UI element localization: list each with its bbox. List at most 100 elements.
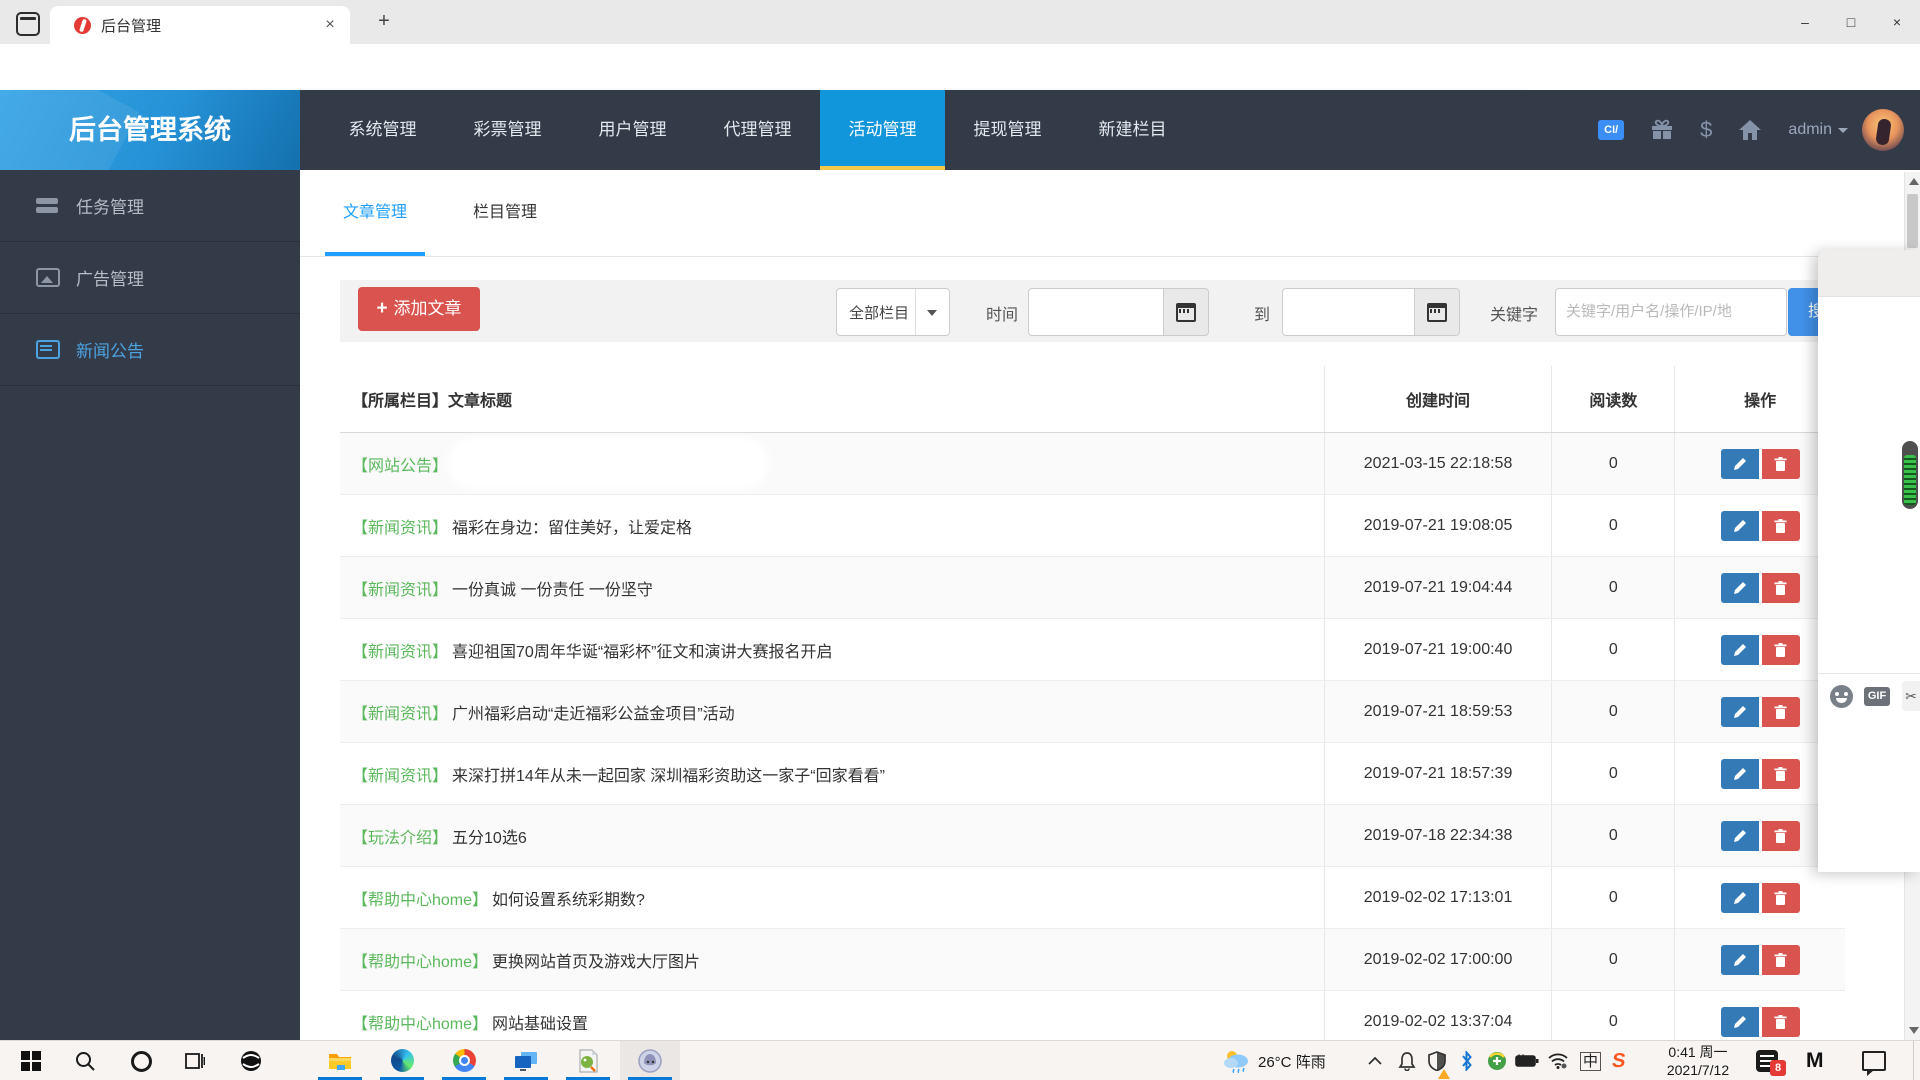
delete-button[interactable] [1762, 697, 1800, 727]
notepadpp-icon[interactable] [558, 1041, 618, 1080]
taskbar-clock[interactable]: 0:41 周一2021/7/12 [1648, 1041, 1748, 1080]
m-app-icon[interactable]: M [1806, 1041, 1822, 1080]
minimize-button[interactable]: – [1782, 0, 1828, 44]
row-category-link[interactable]: 【新闻资讯】 [352, 514, 448, 538]
row-title-link[interactable]: 一份真诚 一份责任 一份坚守 [452, 576, 653, 600]
row-category-link[interactable]: 【玩法介绍】 [352, 824, 448, 848]
security-shield-icon[interactable] [1428, 1041, 1446, 1080]
gif-icon[interactable]: GIF [1864, 687, 1890, 706]
delete-button[interactable] [1762, 945, 1800, 975]
row-category-link[interactable]: 【新闻资讯】 [352, 638, 448, 662]
scroll-up-icon[interactable] [1909, 178, 1919, 185]
chrome-icon[interactable] [434, 1041, 494, 1080]
row-category-link[interactable]: 【新闻资讯】 [352, 762, 448, 786]
row-title-link[interactable]: 来深打拼14年从未一起回家 深圳福彩资助这一家子“回家看看” [452, 762, 885, 786]
maximize-button[interactable]: □ [1828, 0, 1874, 44]
wifi-icon[interactable] [1548, 1041, 1568, 1080]
edit-button[interactable] [1721, 635, 1759, 665]
row-category-link[interactable]: 【帮助中心home】 [352, 1010, 488, 1034]
show-desktop-button[interactable] [1913, 1041, 1920, 1080]
start-button[interactable] [8, 1041, 54, 1080]
cortana-icon[interactable] [118, 1041, 164, 1080]
delete-button[interactable] [1762, 759, 1800, 789]
delete-button[interactable] [1762, 821, 1800, 851]
row-category-link[interactable]: 【新闻资讯】 [352, 576, 448, 600]
scrollbar-thumb[interactable] [1907, 194, 1918, 248]
close-button[interactable]: × [1874, 0, 1920, 44]
edit-button[interactable] [1721, 449, 1759, 479]
tab-close-icon[interactable]: × [320, 15, 340, 35]
sogou-s-icon[interactable]: S [1612, 1041, 1625, 1080]
row-category-link[interactable]: 【帮助中心home】 [352, 948, 488, 972]
taskbar-search-icon[interactable] [62, 1041, 108, 1080]
nav-item[interactable]: 活动管理 [820, 90, 945, 170]
edit-button[interactable] [1721, 945, 1759, 975]
row-title-link[interactable]: 福彩在身边：留住美好，让爱定格 [452, 514, 692, 538]
keyword-input[interactable]: 关键字/用户名/操作/IP/地 [1555, 288, 1787, 336]
home-icon[interactable] [1738, 119, 1762, 141]
tab-article-manage[interactable]: 文章管理 [325, 170, 425, 255]
delete-button[interactable] [1762, 1007, 1800, 1037]
sidebar-item[interactable]: 新闻公告 [0, 314, 300, 386]
ci-badge-icon[interactable]: CI/ [1598, 120, 1624, 140]
striped-scrollbar-thumb[interactable] [1902, 441, 1918, 509]
remote-desktop-icon[interactable] [496, 1041, 556, 1080]
nav-item[interactable]: 彩票管理 [445, 90, 570, 170]
row-title-link[interactable]: 如何设置系统彩期数? [492, 886, 645, 910]
finance-dollar-icon[interactable]: $ [1700, 117, 1712, 143]
delete-button[interactable] [1762, 883, 1800, 913]
battery-icon[interactable] [1515, 1041, 1539, 1080]
user-avatar[interactable] [1862, 109, 1904, 151]
scroll-down-icon[interactable] [1909, 1027, 1919, 1034]
row-title-link[interactable]: 更换网站首页及游戏大厅图片 [492, 948, 700, 972]
notification-bell-icon[interactable] [1398, 1041, 1416, 1080]
add-article-button[interactable]: +添加文章 [358, 287, 480, 331]
row-title-link[interactable]: 五分10选6 [452, 824, 527, 848]
sidebar-item[interactable]: 任务管理 [0, 170, 300, 242]
user-dropdown-caret-icon[interactable] [1838, 128, 1848, 133]
ime-indicator[interactable]: 中 [1580, 1041, 1601, 1080]
nav-item[interactable]: 新建栏目 [1070, 90, 1195, 170]
row-title-link[interactable]: 网站基础设置 [492, 1010, 588, 1034]
admin-username[interactable]: admin [1788, 121, 1832, 139]
gift-icon[interactable] [1650, 119, 1674, 141]
chat-panel-header[interactable] [1818, 250, 1920, 297]
sidebar-item[interactable]: 广告管理 [0, 242, 300, 314]
new-tab-button[interactable]: + [372, 10, 396, 34]
category-select[interactable]: 全部栏目 [836, 288, 950, 336]
row-title-link[interactable]: 广州福彩启动“走近福彩公益金项目”活动 [452, 700, 735, 724]
delete-button[interactable] [1762, 511, 1800, 541]
anime-app-icon[interactable] [620, 1041, 680, 1080]
tab-actions-icon[interactable] [16, 12, 40, 36]
nav-item[interactable]: 提现管理 [945, 90, 1070, 170]
shutter-app-icon[interactable] [228, 1041, 274, 1080]
file-explorer-icon[interactable] [310, 1041, 370, 1080]
delete-button[interactable] [1762, 635, 1800, 665]
tab-column-manage[interactable]: 栏目管理 [455, 170, 555, 255]
edit-button[interactable] [1721, 511, 1759, 541]
edit-button[interactable] [1721, 821, 1759, 851]
edit-button[interactable] [1721, 759, 1759, 789]
row-category-link[interactable]: 【新闻资讯】 [352, 700, 448, 724]
mail-app-icon[interactable]: 8 [1756, 1041, 1778, 1080]
weather-temp-label[interactable]: 26°C 阵雨 [1258, 1041, 1326, 1080]
date-from-input[interactable] [1028, 288, 1164, 336]
comment-notification-icon[interactable] [1862, 1041, 1886, 1080]
date-from-calendar-button[interactable] [1163, 288, 1209, 336]
row-category-link[interactable]: 【帮助中心home】 [352, 886, 488, 910]
task-view-icon[interactable] [172, 1041, 218, 1080]
bluetooth-icon[interactable] [1460, 1041, 1473, 1080]
nav-item[interactable]: 用户管理 [570, 90, 695, 170]
delete-button[interactable] [1762, 449, 1800, 479]
row-category-link[interactable]: 【网站公告】 [352, 452, 448, 476]
weather-icon[interactable] [1222, 1041, 1252, 1080]
emoji-icon[interactable] [1830, 685, 1853, 708]
edge-icon[interactable] [372, 1041, 432, 1080]
edit-button[interactable] [1721, 697, 1759, 727]
date-to-calendar-button[interactable] [1414, 288, 1460, 336]
edit-button[interactable] [1721, 1007, 1759, 1037]
nav-item[interactable]: 代理管理 [695, 90, 820, 170]
tray-expand-icon[interactable] [1368, 1041, 1382, 1080]
row-title-link[interactable]: 喜迎祖国70周年华诞“福彩杯”征文和演讲大赛报名开启 [452, 638, 832, 662]
antivirus-360-icon[interactable] [1487, 1041, 1507, 1080]
